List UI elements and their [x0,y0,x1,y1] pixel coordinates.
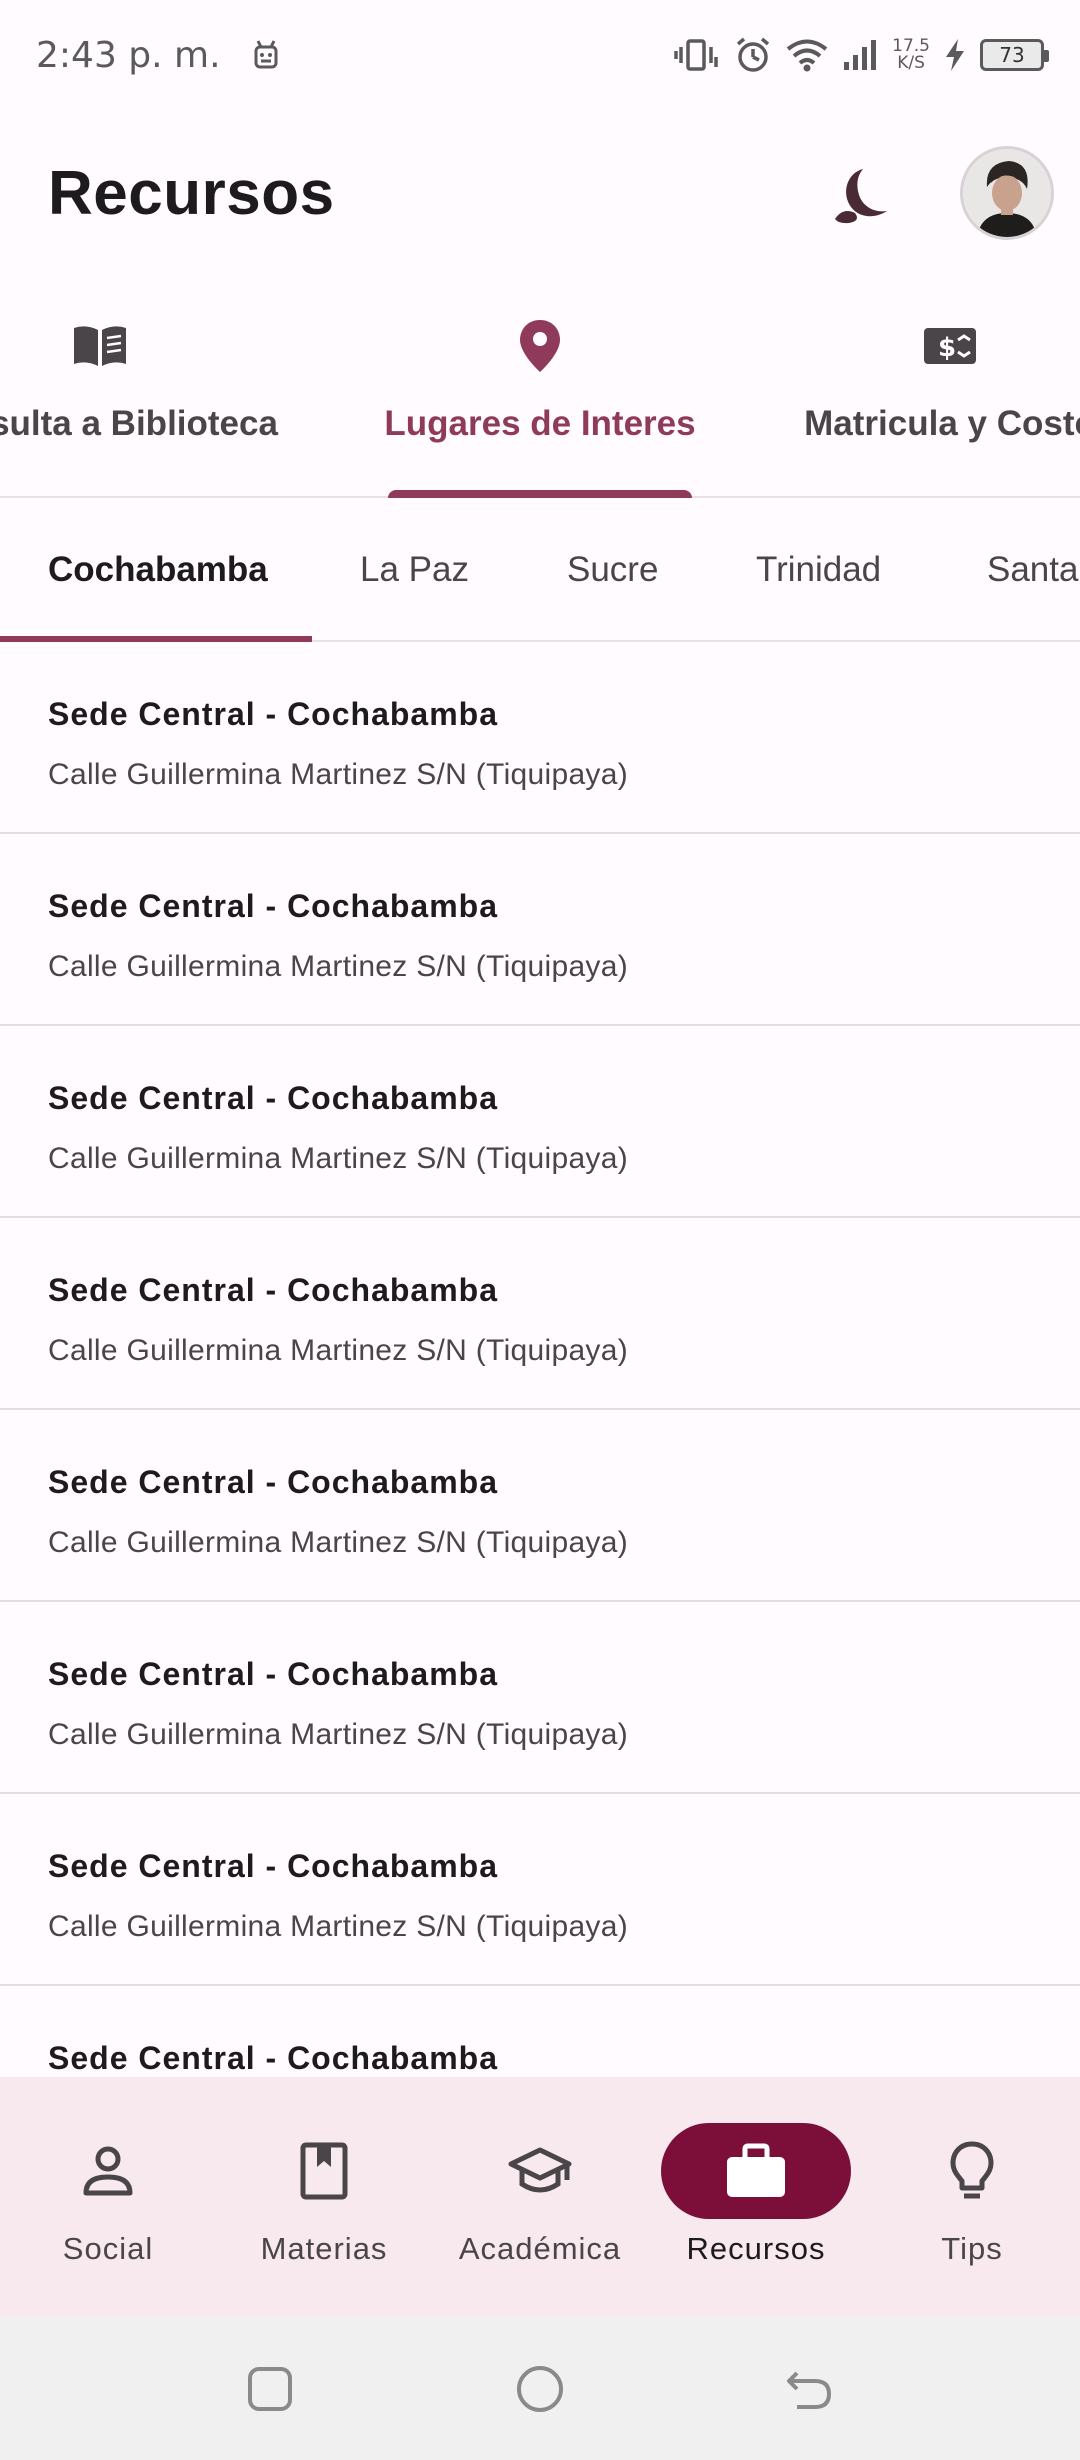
tab-cochabamba[interactable]: Cochabamba [48,550,268,590]
list-item[interactable]: Sede Central - Cochabamba Calle Guillerm… [0,1026,1080,1218]
nav-tips[interactable]: Tips [872,2123,1072,2267]
nav-tips-label: Tips [941,2231,1003,2266]
tab-santa[interactable]: Santa [987,550,1078,590]
recent-apps-button[interactable] [238,2357,302,2421]
location-pin-icon [520,320,560,372]
svg-text:$: $ [938,333,956,363]
place-address: Calle Guillermina Martinez S/N (Tiquipay… [48,758,629,791]
place-title: Sede Central - Cochabamba [48,1272,498,1308]
signal-icon [842,38,878,72]
nav-social-label: Social [62,2231,154,2266]
graduation-cap-icon [508,2147,572,2193]
nav-recursos-label: Recursos [686,2231,826,2266]
money-icon: $ [924,328,976,364]
lightbulb-icon [950,2141,994,2199]
home-button[interactable] [508,2357,572,2421]
system-nav-bar [0,2317,1080,2460]
nav-materias[interactable]: Materias [224,2123,424,2267]
place-address: Calle Guillermina Martinez S/N (Tiquipay… [48,950,629,983]
screen: 2:43 p. m. 17.5 K/S 73 Recursos ulta a B… [0,0,1080,2460]
tab-trinidad[interactable]: Trinidad [756,550,881,590]
tab-matricula[interactable]: $ Matricula y Costo [780,300,1080,498]
status-time: 2:43 p. m. [36,34,221,76]
tab-lugares[interactable]: Lugares de Interes [370,300,710,498]
page-title: Recursos [48,159,335,228]
place-address: Calle Guillermina Martinez S/N (Tiquipay… [48,1910,629,1943]
user-photo-icon [963,149,1051,237]
vibrate-icon [674,37,720,73]
list-item[interactable]: Sede Central - Cochabamba Calle Guillerm… [0,834,1080,1026]
circle-icon [517,2366,563,2412]
moon-icon [835,169,887,224]
avatar[interactable] [960,146,1054,240]
place-title: Sede Central - Cochabamba [48,2040,498,2076]
briefcase-icon [727,2143,785,2197]
nav-social[interactable]: Social [8,2123,208,2267]
place-address: Calle Guillermina Martinez S/N (Tiquipay… [48,1526,629,1559]
nav-recursos[interactable]: Recursos [656,2123,856,2267]
square-icon [248,2367,292,2411]
network-speed: 17.5 K/S [892,38,930,72]
primary-tab-indicator [388,490,692,498]
list-item[interactable]: Sede Central - Cochabamba Calle Guillerm… [0,1410,1080,1602]
dark-mode-toggle[interactable] [818,152,904,238]
places-list: Sede Central - Cochabamba Calle Guillerm… [0,642,1080,2178]
place-title: Sede Central - Cochabamba [48,696,498,732]
list-item[interactable]: Sede Central - Cochabamba Calle Guillerm… [0,1794,1080,1986]
nav-academica-label: Académica [458,2231,622,2266]
tab-biblioteca-label: Consulta a Biblioteca [0,404,278,443]
place-address: Calle Guillermina Martinez S/N (Tiquipay… [48,1142,629,1175]
list-item[interactable]: Sede Central - Cochabamba Calle Guillerm… [0,1602,1080,1794]
network-speed-unit: K/S [897,53,925,73]
tab-lugares-label: Lugares de Interes [384,404,696,443]
book-open-icon [74,326,126,366]
wifi-icon [786,38,828,72]
place-title: Sede Central - Cochabamba [48,1656,498,1692]
list-item[interactable]: Sede Central - Cochabamba Calle Guillerm… [0,1218,1080,1410]
place-address: Calle Guillermina Martinez S/N (Tiquipay… [48,1334,629,1367]
place-title: Sede Central - Cochabamba [48,888,498,924]
app-bar: Recursos [0,110,1080,280]
place-title: Sede Central - Cochabamba [48,1080,498,1116]
primary-tabs: Consulta a Biblioteca Lugares de Interes… [0,300,1080,498]
city-tabs: Cochabamba La Paz Sucre Trinidad Santa [0,498,1080,642]
tab-sucre[interactable]: Sucre [567,550,658,590]
nav-materias-label: Materias [260,2231,388,2266]
back-button[interactable] [778,2357,842,2421]
nav-academica[interactable]: Académica [440,2123,640,2267]
notebook-icon [300,2142,348,2200]
status-bar: 2:43 p. m. 17.5 K/S 73 [0,0,1080,110]
tab-biblioteca[interactable]: Consulta a Biblioteca [0,300,300,498]
charging-bolt-icon [944,38,966,72]
place-title: Sede Central - Cochabamba [48,1848,498,1884]
alarm-icon [734,36,772,74]
back-arrow-icon [787,2371,832,2409]
person-icon [83,2146,133,2196]
android-robot-icon [251,38,281,72]
bottom-nav: Social Materias Académica Recursos Tips [0,2077,1080,2317]
battery-indicator: 73 [980,39,1049,71]
list-item[interactable]: Sede Central - Cochabamba Calle Guillerm… [0,642,1080,834]
tab-la-paz[interactable]: La Paz [360,550,469,590]
place-address: Calle Guillermina Martinez S/N (Tiquipay… [48,1718,629,1751]
place-title: Sede Central - Cochabamba [48,1464,498,1500]
tab-matricula-label: Matricula y Costo [804,404,1080,443]
